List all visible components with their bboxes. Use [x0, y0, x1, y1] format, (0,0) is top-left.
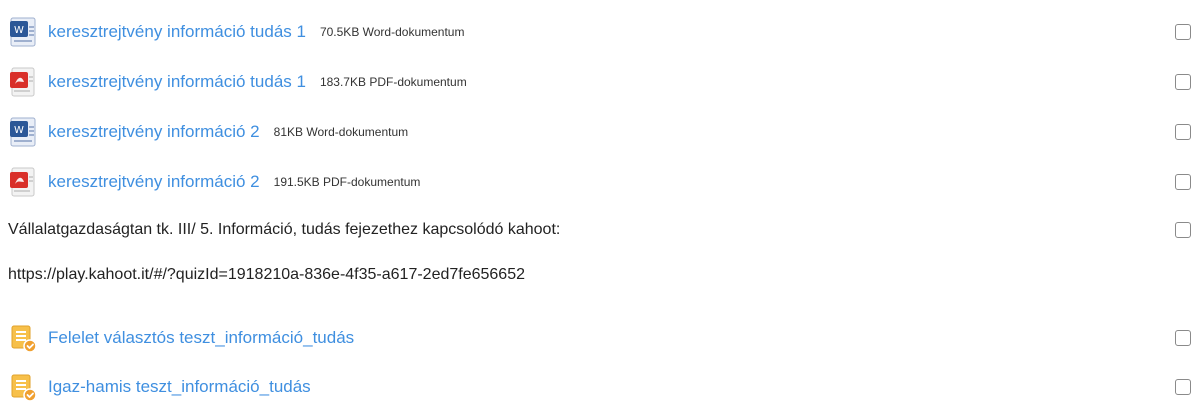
file-meta: 191.5KB PDF-dokumentum: [273, 175, 421, 189]
file-link[interactable]: keresztrejtvény információ 2: [48, 122, 260, 142]
list-item: https://play.kahoot.it/#/?quizId=1918210…: [0, 255, 1197, 295]
list-item: W keresztrejtvény információ 2 81KB Word…: [0, 112, 1197, 152]
list-item: W keresztrejtvény információ tudás 1 70.…: [0, 12, 1197, 52]
completion-checkbox[interactable]: [1175, 330, 1191, 346]
label-text: Vállalatgazdaságtan tk. III/ 5. Informác…: [8, 221, 561, 238]
pdf-icon[interactable]: [8, 66, 40, 98]
list-item: Igaz-hamis teszt_információ_tudás: [0, 367, 1197, 401]
url-entry: https://play.kahoot.it/#/?quizId=1918210…: [0, 266, 525, 284]
list-item: Felelet választós teszt_információ_tudás: [0, 318, 1197, 358]
completion-checkbox[interactable]: [1175, 379, 1191, 395]
pdf-icon[interactable]: [8, 166, 40, 198]
file-entry: keresztrejtvény információ tudás 1 183.7…: [0, 66, 467, 98]
completion-checkbox[interactable]: [1175, 74, 1191, 90]
file-meta: 183.7KB PDF-dokumentum: [319, 75, 467, 89]
list-item: keresztrejtvény információ 2 191.5KB PDF…: [0, 162, 1197, 202]
file-entry: W keresztrejtvény információ tudás 1 70.…: [0, 16, 464, 48]
file-meta: 81KB Word-dokumentum: [273, 125, 409, 139]
file-link[interactable]: keresztrejtvény információ tudás 1: [48, 72, 306, 92]
file-link[interactable]: keresztrejtvény információ 2: [48, 172, 260, 192]
list-item: Vállalatgazdaságtan tk. III/ 5. Informác…: [0, 210, 1197, 250]
kahoot-url[interactable]: https://play.kahoot.it/#/?quizId=1918210…: [8, 266, 525, 284]
quiz-entry: Igaz-hamis teszt_információ_tudás: [0, 371, 311, 401]
quiz-link[interactable]: Felelet választós teszt_információ_tudás: [48, 328, 354, 348]
file-entry: keresztrejtvény információ 2 191.5KB PDF…: [0, 166, 420, 198]
quiz-link[interactable]: Igaz-hamis teszt_információ_tudás: [48, 377, 311, 397]
file-meta: 70.5KB Word-dokumentum: [319, 25, 465, 39]
activity-list: W keresztrejtvény információ tudás 1 70.…: [0, 0, 1197, 401]
file-entry: W keresztrejtvény információ 2 81KB Word…: [0, 116, 408, 148]
completion-checkbox[interactable]: [1175, 222, 1191, 238]
word-doc-icon[interactable]: W: [8, 16, 40, 48]
svg-text:W: W: [14, 125, 24, 136]
completion-checkbox[interactable]: [1175, 174, 1191, 190]
quiz-icon[interactable]: [8, 371, 40, 401]
list-item: keresztrejtvény információ tudás 1 183.7…: [0, 62, 1197, 102]
file-link[interactable]: keresztrejtvény információ tudás 1: [48, 22, 306, 42]
completion-checkbox[interactable]: [1175, 24, 1191, 40]
label-entry: Vállalatgazdaságtan tk. III/ 5. Informác…: [0, 221, 560, 239]
completion-checkbox[interactable]: [1175, 124, 1191, 140]
svg-text:W: W: [14, 25, 24, 36]
word-doc-icon[interactable]: W: [8, 116, 40, 148]
quiz-icon[interactable]: [8, 322, 40, 354]
quiz-entry: Felelet választós teszt_információ_tudás: [0, 322, 354, 354]
